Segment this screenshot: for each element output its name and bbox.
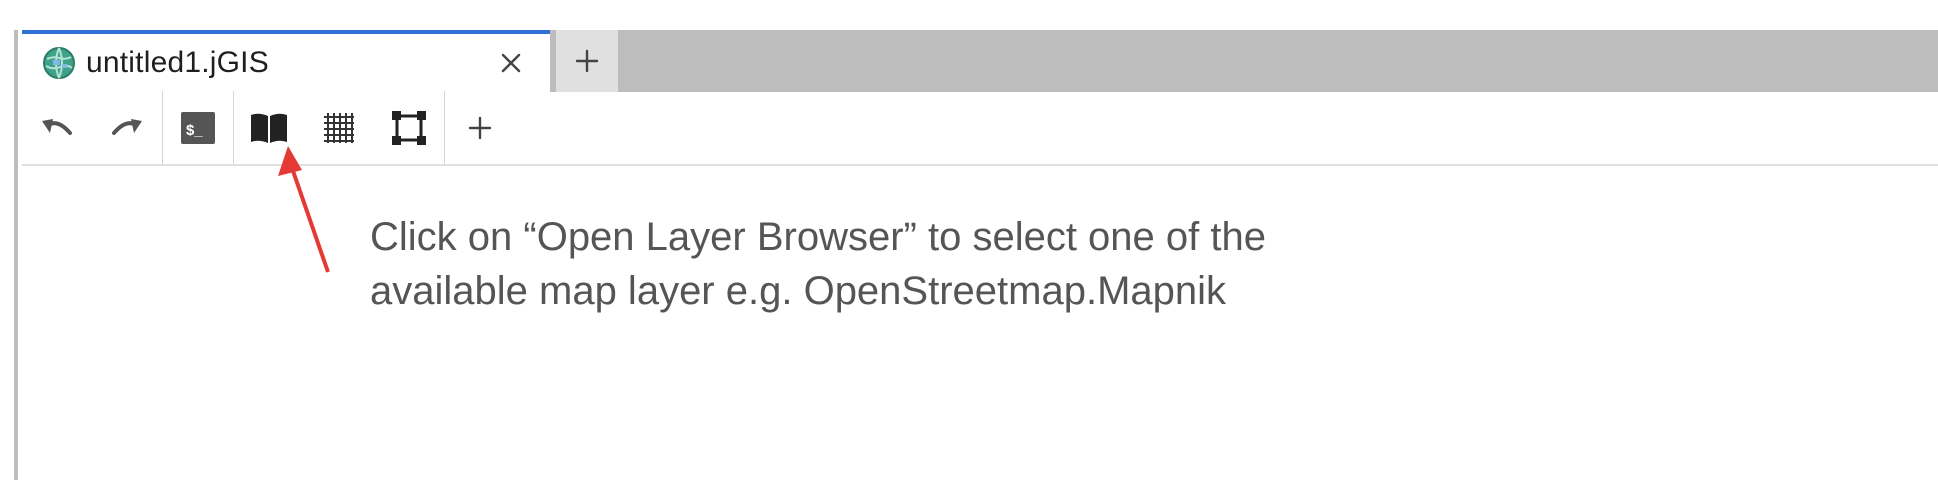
tab-bar: untitled1.jGIS (22, 30, 1938, 92)
bounding-box-icon (392, 111, 426, 145)
plus-icon (468, 116, 492, 140)
tab-title: untitled1.jGIS (86, 46, 269, 79)
terminal-icon: $_ (181, 112, 215, 144)
tab-untitled1-jgis[interactable]: untitled1.jGIS (22, 30, 550, 92)
add-button[interactable] (445, 91, 515, 165)
annotation-text: Click on “Open Layer Browser” to select … (370, 210, 1470, 318)
book-open-icon (251, 113, 287, 143)
undo-icon (42, 119, 72, 135)
grid-button[interactable] (304, 91, 374, 165)
redo-button[interactable] (92, 91, 162, 165)
annotation-line-1: Click on “Open Layer Browser” to select … (370, 215, 1266, 259)
grid-icon (324, 113, 354, 143)
svg-text:$_: $_ (186, 122, 203, 139)
annotation-line-2: available map layer e.g. OpenStreetmap.M… (370, 269, 1227, 313)
open-layer-browser-button[interactable] (234, 91, 304, 165)
undo-button[interactable] (22, 91, 92, 165)
toolbar: $_ (22, 91, 1938, 166)
terminal-button[interactable]: $_ (163, 91, 233, 165)
globe-icon (43, 47, 75, 79)
bounding-box-button[interactable] (374, 91, 444, 165)
new-tab-button[interactable] (556, 30, 618, 92)
plus-icon (575, 49, 599, 73)
close-icon[interactable] (496, 48, 526, 78)
redo-icon (112, 119, 142, 135)
